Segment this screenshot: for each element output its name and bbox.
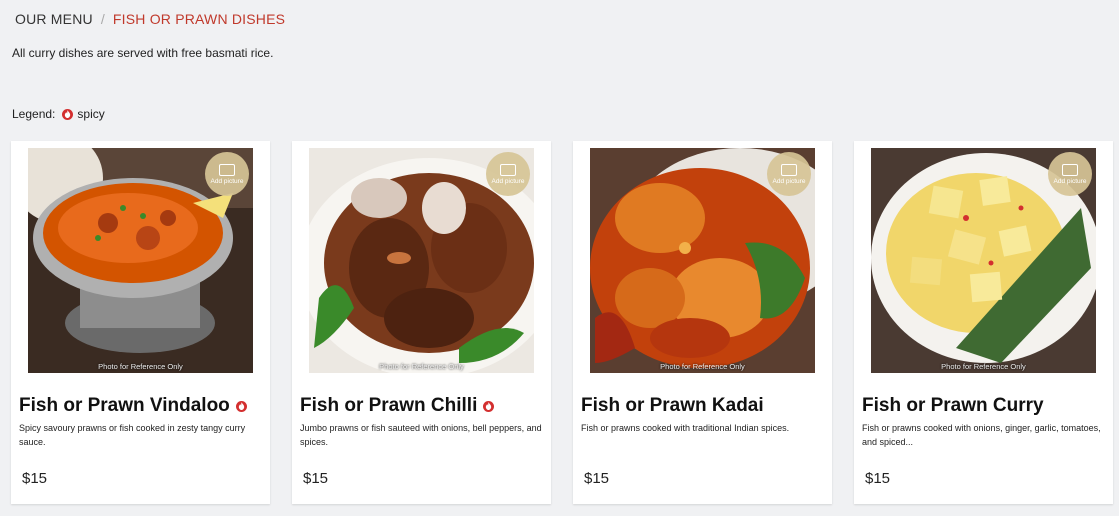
dish-price: $15: [865, 470, 891, 487]
add-picture-button[interactable]: Add picture: [767, 152, 811, 196]
dish-description: Jumbo prawns or fish sauteed with onions…: [300, 423, 542, 447]
dish-card[interactable]: Photo for Reference Only Add picture Fis…: [11, 141, 270, 504]
dish-name[interactable]: Fish or Prawn Chilli: [300, 395, 495, 417]
dish-name-text: Fish or Prawn Curry: [862, 395, 1044, 416]
flame-icon: [483, 400, 495, 412]
dish-photo[interactable]: Photo for Reference Only Add picture: [309, 148, 534, 373]
dish-photo[interactable]: Photo for Reference Only Add picture: [871, 148, 1096, 373]
dish-photo[interactable]: Photo for Reference Only Add picture: [28, 148, 253, 373]
dish-price: $15: [22, 470, 48, 487]
photo-caption: Photo for Reference Only: [98, 362, 183, 371]
dish-price: $15: [303, 470, 329, 487]
flame-icon: [62, 108, 74, 120]
dish-name-text: Fish or Prawn Chilli: [300, 395, 478, 416]
photo-caption: Photo for Reference Only: [941, 362, 1026, 371]
breadcrumb-separator: /: [100, 11, 105, 27]
add-picture-label: Add picture: [1053, 177, 1087, 185]
dish-description: Spicy savoury prawns or fish cooked in z…: [19, 423, 246, 447]
breadcrumb: OUR MENU / FISH OR PRAWN DISHES: [15, 11, 285, 27]
dish-card[interactable]: Photo for Reference Only Add picture Fis…: [292, 141, 551, 504]
dish-price: $15: [584, 470, 610, 487]
add-picture-button[interactable]: Add picture: [1048, 152, 1092, 196]
dish-card-list: Photo for Reference Only Add picture Fis…: [11, 141, 1113, 504]
legend: Legend: spicy: [12, 107, 105, 121]
photo-caption: Photo for Reference Only: [660, 362, 745, 371]
dish-name[interactable]: Fish or Prawn Curry: [862, 395, 1044, 417]
add-picture-label: Add picture: [491, 177, 525, 185]
breadcrumb-current: FISH OR PRAWN DISHES: [112, 11, 286, 27]
camera-icon: [500, 163, 516, 176]
legend-spicy-text: spicy: [77, 107, 105, 121]
photo-caption: Photo for Reference Only: [379, 362, 464, 371]
camera-icon: [1062, 163, 1078, 176]
breadcrumb-our-menu-link[interactable]: OUR MENU: [15, 11, 93, 27]
dish-name[interactable]: Fish or Prawn Kadai: [581, 395, 764, 417]
camera-icon: [781, 163, 797, 176]
dish-description: Fish or prawns cooked with onions, ginge…: [862, 423, 1101, 447]
dish-name-text: Fish or Prawn Kadai: [581, 395, 764, 416]
legend-label: Legend:: [12, 107, 56, 121]
add-picture-button[interactable]: Add picture: [205, 152, 249, 196]
add-picture-button[interactable]: Add picture: [486, 152, 530, 196]
flame-icon: [235, 400, 247, 412]
add-picture-label: Add picture: [210, 177, 244, 185]
camera-icon: [219, 163, 235, 176]
dish-card[interactable]: Photo for Reference Only Add picture Fis…: [854, 141, 1113, 504]
dish-photo[interactable]: Photo for Reference Only Add picture: [590, 148, 815, 373]
dish-description: Fish or prawns cooked with traditional I…: [581, 423, 790, 433]
intro-text: All curry dishes are served with free ba…: [12, 46, 274, 60]
dish-name[interactable]: Fish or Prawn Vindaloo: [19, 395, 247, 417]
dish-card[interactable]: Photo for Reference Only Add picture Fis…: [573, 141, 832, 504]
dish-name-text: Fish or Prawn Vindaloo: [19, 395, 230, 416]
add-picture-label: Add picture: [772, 177, 806, 185]
